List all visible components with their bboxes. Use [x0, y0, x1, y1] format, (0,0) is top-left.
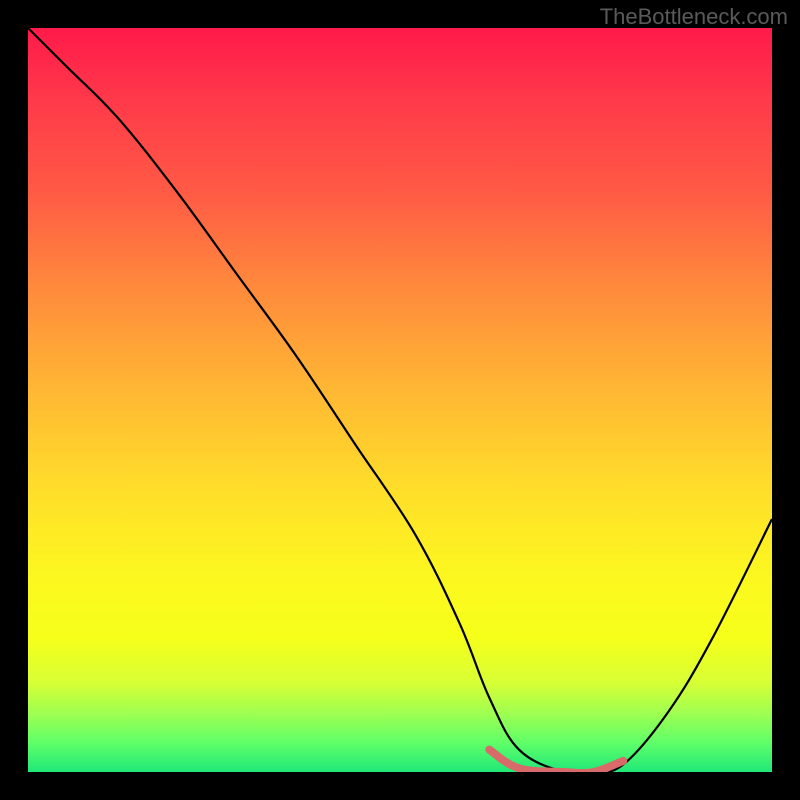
bottleneck-curve	[28, 28, 772, 772]
watermark-text: TheBottleneck.com	[600, 4, 788, 30]
plot-area	[28, 28, 772, 772]
highlight-segment	[489, 750, 623, 772]
chart-svg	[28, 28, 772, 772]
